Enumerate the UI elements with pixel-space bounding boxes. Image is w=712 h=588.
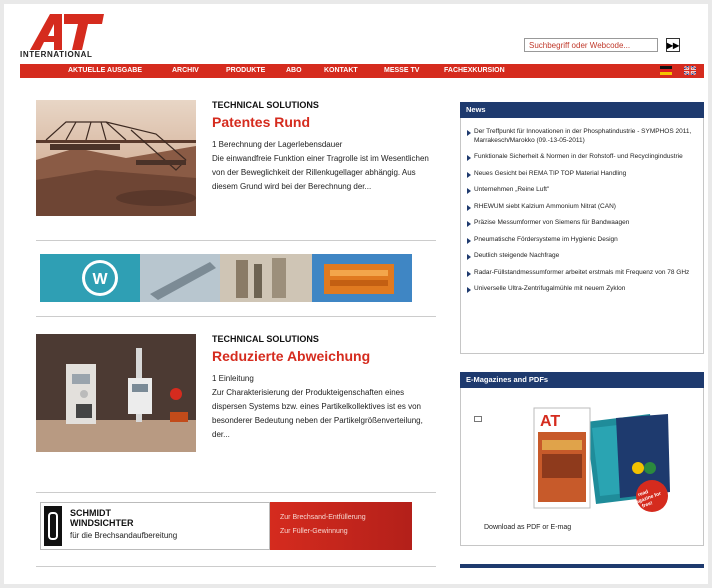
- news-item[interactable]: RHEWUM siebt Kalzium Ammonium Nitrat (CA…: [466, 203, 702, 212]
- news-item[interactable]: Funktionale Sicherheit & Normen in der R…: [466, 153, 702, 162]
- search-input[interactable]: [524, 38, 658, 52]
- article-image-lab-device[interactable]: [36, 334, 196, 452]
- page: INTERNATIONAL ▶▶ HOME AKTUELLE AUSGABE A…: [4, 4, 708, 584]
- article-1-kicker: TECHNICAL SOLUTIONS: [212, 100, 319, 110]
- nav-item-kontakt[interactable]: KONTAKT: [324, 64, 358, 78]
- nav-item-produkte[interactable]: PRODUKTE: [226, 64, 265, 78]
- banner-right-2: Zur Füller-Gewinnung: [280, 528, 348, 535]
- at-logo-mark: [30, 14, 104, 50]
- banner-line-3: für die Brechsandaufbereitung: [70, 531, 178, 540]
- news-item[interactable]: Deutlich steigende Nachfrage: [466, 252, 702, 261]
- emag-cover-logo: AT: [540, 413, 560, 430]
- ad-banner-industrial[interactable]: W: [40, 254, 412, 302]
- news-item[interactable]: Der Treffpunkt für Innovationen in der P…: [466, 128, 702, 145]
- nav-item-abo[interactable]: ABO: [286, 64, 302, 78]
- divider: [36, 316, 436, 317]
- emag-box-header: E-Magazines and PDFs: [460, 372, 704, 388]
- banner-right-1: Zur Brechsand-Entfüllerung: [280, 514, 366, 521]
- news-item[interactable]: Neues Gesicht bei REMA TIP TOP Material …: [466, 170, 702, 179]
- news-item[interactable]: Präzise Messumformer von Siemens für Ban…: [466, 219, 702, 228]
- article-2-title[interactable]: Reduzierte Abweichung: [212, 348, 370, 364]
- next-box-header: [460, 564, 704, 568]
- banner-right-panel: [270, 502, 412, 550]
- article-2-text: Zur Charakterisierung der Produkteigensc…: [212, 388, 423, 439]
- article-1-text: Die einwandfreie Funktion einer Tragroll…: [212, 154, 429, 191]
- news-box-header: News: [460, 102, 704, 118]
- main-nav: HOME AKTUELLE AUSGABE ARCHIV PRODUKTE AB…: [20, 64, 704, 78]
- german-flag-icon[interactable]: [660, 66, 672, 75]
- divider: [36, 492, 436, 493]
- article-2-kicker: TECHNICAL SOLUTIONS: [212, 334, 319, 344]
- schmidt-logo-mark: [44, 506, 62, 546]
- news-item[interactable]: Universelle Ultra-Zentrifugalmühle mit n…: [466, 285, 702, 294]
- site-logo[interactable]: INTERNATIONAL: [20, 12, 110, 62]
- article-1-body: 1 Berechnung der Lagerlebensdauer Die ei…: [212, 138, 440, 194]
- news-list: Der Treffpunkt für Innovationen in der P…: [466, 128, 702, 302]
- article-2-section: 1 Einleitung: [212, 374, 254, 383]
- nav-item-archiv[interactable]: ARCHIV: [172, 64, 199, 78]
- article-1-title[interactable]: Patentes Rund: [212, 114, 310, 130]
- nav-item-aktuelle-ausgabe[interactable]: AKTUELLE AUSGABE: [68, 64, 142, 78]
- news-item[interactable]: Unternehmen „Reine Luft": [466, 186, 702, 195]
- search-submit-button[interactable]: ▶▶: [666, 38, 680, 52]
- banner-line-1: SCHMIDT: [70, 508, 111, 518]
- nav-item-messe-tv[interactable]: MESSE TV: [384, 64, 419, 78]
- news-item[interactable]: Pneumatische Fördersysteme im Hygienic D…: [466, 236, 702, 245]
- ad-banner-schmidt-windsichter[interactable]: SCHMIDT WINDSICHTER für die Brechsandauf…: [40, 502, 412, 550]
- article-2-body: 1 Einleitung Zur Charakterisierung der P…: [212, 372, 440, 442]
- logo-subtitle: INTERNATIONAL: [20, 50, 93, 59]
- svg-text:W: W: [92, 271, 108, 288]
- article-1-section: 1 Berechnung der Lagerlebensdauer: [212, 140, 343, 149]
- nav-item-fachexkursion[interactable]: FACHEXKURSION: [444, 64, 505, 78]
- banner-line-2: WINDSICHTER: [70, 518, 134, 528]
- news-item[interactable]: Radar-Füllstandmessumformer arbeitet ers…: [466, 269, 702, 278]
- nav-item-home[interactable]: HOME: [30, 64, 51, 78]
- small-icon: [474, 416, 482, 422]
- article-image-mining[interactable]: [36, 100, 196, 216]
- divider: [36, 240, 436, 241]
- divider: [36, 566, 436, 567]
- emag-download-link[interactable]: Download as PDF or E-mag: [484, 524, 571, 531]
- double-arrow-right-icon: ▶▶: [666, 40, 680, 50]
- uk-flag-icon[interactable]: [684, 66, 696, 75]
